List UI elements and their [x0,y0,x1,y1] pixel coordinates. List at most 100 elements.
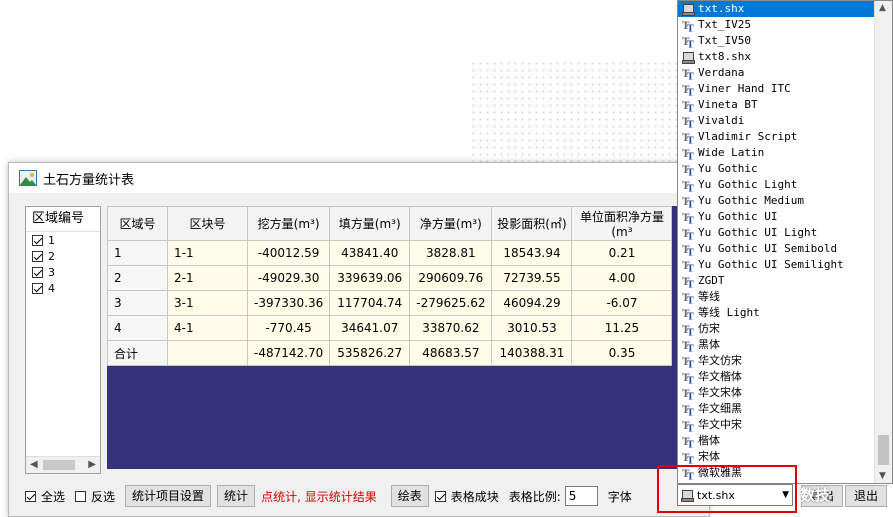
table-block-checkbox[interactable]: 表格成块 [434,488,499,505]
row-header-cell[interactable]: 合计 [107,340,168,366]
row-header-cell[interactable]: 3 [107,290,168,316]
table-cell[interactable]: 2-1 [167,265,248,291]
table-cell[interactable]: 3-1 [167,290,248,316]
table-cell[interactable]: 117704.74 [329,290,411,316]
table-cell[interactable]: 4-1 [167,315,248,341]
font-option[interactable]: txt.shx [678,1,892,17]
font-option[interactable]: T T Yu Gothic UI Light [678,225,892,241]
font-option[interactable]: T T 宋体 [678,449,892,465]
font-option[interactable]: T T 华文仿宋 [678,353,892,369]
font-option[interactable]: T T 楷体 [678,433,892,449]
region-item[interactable]: 1 [26,232,100,248]
checkbox-icon[interactable] [32,266,43,278]
font-dropdown-list[interactable]: txt.shx T T Txt_IV25 T T Txt_IV50 txt8.shx T T Ver… [677,0,893,484]
font-option[interactable]: T T Txt_IV25 [678,17,892,33]
font-option[interactable]: T T Vivaldi [678,113,892,129]
table-cell[interactable]: 4.00 [571,265,673,291]
font-option[interactable]: T T Verdana [678,65,892,81]
table-row[interactable]: 4 4-1 -770.45 34641.07 33870.62 3010.53 11.25 [107,315,673,341]
exit-button[interactable]: 退出 [845,485,888,507]
font-option[interactable]: T T 华文中宋 [678,417,892,433]
table-cell[interactable]: -279625.62 [409,290,493,316]
font-option[interactable]: T T 仿宋 [678,321,892,337]
table-row[interactable]: 2 2-1 -49029.30 339639.06 290609.76 72739.55 4… [107,265,673,291]
table-cell[interactable]: -40012.59 [246,240,331,266]
font-option[interactable]: T T 黑体 [678,337,892,353]
table-cell[interactable]: -770.45 [246,315,331,341]
table-cell[interactable]: 339639.06 [329,265,411,291]
table-cell[interactable]: 34641.07 [329,315,411,341]
stats-settings-button[interactable]: 统计项目设置 [125,485,212,507]
checkbox-icon[interactable] [32,282,43,294]
row-header-cell[interactable]: 4 [107,315,168,341]
scroll-right-icon[interactable]: ▶ [88,459,96,470]
font-option[interactable]: T T Yu Gothic [678,161,892,177]
table-cell[interactable]: 72739.55 [491,265,573,291]
font-option[interactable]: T T Viner Hand ITC [678,81,892,97]
font-option[interactable]: T T 等线 Light [678,305,892,321]
checkbox-icon[interactable] [75,490,87,502]
table-cell[interactable] [167,340,248,366]
table-row[interactable]: 3 3-1 -397330.36 117704.74 -279625.62 46094.2… [107,290,673,316]
font-option-label: 华文中宋 [698,418,742,431]
table-row[interactable]: 1 1-1 -40012.59 43841.40 3828.81 18543.94 0.21 [107,240,673,266]
table-cell[interactable]: -49029.30 [246,265,331,291]
scroll-down-icon[interactable]: ▼ [879,471,886,481]
app-picture-icon [19,170,37,186]
table-cell[interactable]: 0.21 [571,240,673,266]
table-row[interactable]: 合计 -487142.70 535826.27 48683.57 140388.31 0.… [107,340,673,366]
select-all-checkbox[interactable]: 全选 [25,488,65,505]
table-cell[interactable]: 3828.81 [409,240,493,266]
table-cell[interactable]: 140388.31 [491,340,573,366]
region-item[interactable]: 3 [26,264,100,280]
font-option[interactable]: txt8.shx [678,49,892,65]
font-option[interactable]: T T Txt_IV50 [678,33,892,49]
scroll-left-icon[interactable]: ◀ [30,459,38,470]
row-header-cell[interactable]: 1 [107,240,168,266]
checkbox-icon[interactable] [434,490,446,502]
font-option[interactable]: T T 等线 [678,289,892,305]
table-cell[interactable]: -6.07 [571,290,673,316]
table-cell[interactable]: 11.25 [571,315,673,341]
scale-input[interactable]: 5 [564,486,598,506]
table-cell[interactable]: 48683.57 [409,340,493,366]
region-item[interactable]: 4 [26,280,100,296]
checkbox-icon[interactable] [32,250,43,262]
scroll-thumb[interactable] [878,435,889,465]
checkbox-icon[interactable] [32,234,43,246]
font-option[interactable]: T T Yu Gothic UI [678,209,892,225]
invert-selection-checkbox[interactable]: 反选 [75,488,115,505]
region-item[interactable]: 2 [26,248,100,264]
font-option-label: 黑体 [698,338,720,351]
table-cell[interactable]: -397330.36 [246,290,331,316]
checkbox-icon[interactable] [25,490,36,502]
scroll-up-icon[interactable]: ▲ [879,3,886,13]
font-option[interactable]: T T Yu Gothic Light [678,177,892,193]
font-option[interactable]: T T 华文细黑 [678,401,892,417]
table-cell[interactable]: 3010.53 [491,315,573,341]
stats-button[interactable]: 统计 [217,485,256,507]
font-list-scrollbar[interactable]: ▲ ▼ [874,1,892,483]
table-cell[interactable]: 43841.40 [329,240,411,266]
font-option[interactable]: T T ZGDT [678,273,892,289]
row-header-cell[interactable]: 2 [107,265,168,291]
table-cell[interactable]: 33870.62 [409,315,493,341]
table-cell[interactable]: 535826.27 [329,340,411,366]
font-option[interactable]: T T Vladimir Script [678,129,892,145]
table-cell[interactable]: 46094.29 [491,290,573,316]
font-option[interactable]: T T Yu Gothic UI Semibold [678,241,892,257]
draw-table-button[interactable]: 绘表 [390,485,429,507]
font-option[interactable]: T T 华文宋体 [678,385,892,401]
font-option[interactable]: T T Yu Gothic UI Semilight [678,257,892,273]
font-option[interactable]: T T Vineta BT [678,97,892,113]
font-option[interactable]: T T Yu Gothic Medium [678,193,892,209]
font-option[interactable]: T T Wide Latin [678,145,892,161]
table-cell[interactable]: -487142.70 [246,340,331,366]
table-cell[interactable]: 1-1 [167,240,248,266]
table-cell[interactable]: 18543.94 [491,240,573,266]
region-list-scrollbar[interactable]: ◀ ▶ [26,456,100,473]
table-cell[interactable]: 0.35 [571,340,673,366]
font-option[interactable]: T T 华文楷体 [678,369,892,385]
table-cell[interactable]: 290609.76 [409,265,493,291]
scroll-thumb[interactable] [43,460,75,470]
